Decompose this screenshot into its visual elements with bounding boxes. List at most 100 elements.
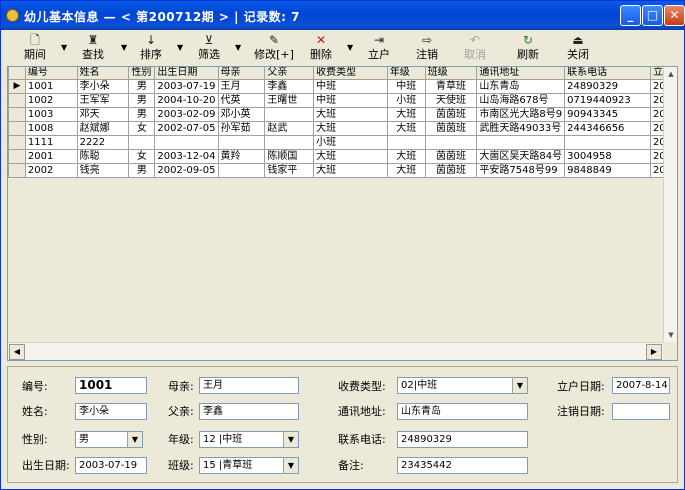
table-cell[interactable]: 赵武 xyxy=(264,120,315,136)
table-cell[interactable]: 赵斌娜 xyxy=(76,120,130,136)
column-header[interactable]: 班级 xyxy=(424,67,478,80)
column-header[interactable]: 出生日期 xyxy=(154,67,219,80)
table-cell[interactable]: 陈聪 xyxy=(76,148,130,164)
exit-button[interactable]: ⏏ 关闭 xyxy=(560,32,596,64)
edit-button[interactable]: ✎ 修改[+] xyxy=(249,32,299,64)
fee-type-select[interactable]: 02|中班 ▼ xyxy=(397,377,528,394)
minimize-button[interactable]: _ xyxy=(620,5,641,26)
table-cell[interactable]: 邓天 xyxy=(76,106,130,122)
table-cell[interactable]: 青草班 xyxy=(424,78,478,94)
note-field[interactable]: 23435442 xyxy=(397,457,528,474)
table-cell[interactable]: 市南区光大路8号9 xyxy=(476,106,566,122)
grade-select[interactable]: 12 |中班 ▼ xyxy=(199,431,299,448)
table-cell[interactable]: 小班 xyxy=(313,134,388,150)
gender-select[interactable]: 男 ▼ xyxy=(75,431,143,448)
column-header[interactable]: 母亲 xyxy=(217,67,266,80)
table-cell[interactable]: 9848849 xyxy=(564,162,651,178)
table-cell[interactable]: 中班 xyxy=(313,92,388,108)
table-cell[interactable]: 大班 xyxy=(313,162,388,178)
table-cell[interactable]: 3004958 xyxy=(564,148,651,164)
table-row[interactable]: 1003 邓天 男 2003-02-09 邓小英 大班 大班 茵茵班 市南区光大… xyxy=(8,106,677,122)
table-cell[interactable]: 山东青岛 xyxy=(476,78,566,94)
table-cell[interactable]: 244346656 xyxy=(564,120,651,136)
sort-button[interactable]: ↓ 排序 xyxy=(133,32,169,64)
table-row[interactable]: 1008 赵斌娜 女 2002-07-05 孙军茹 赵武 大班 大班 茵茵班 武… xyxy=(8,120,677,136)
table-row[interactable]: 2002 钱亮 男 2002-09-05 钱家平 大班 大班 茵茵班 平安路75… xyxy=(8,162,677,178)
table-cell[interactable]: 大崮区吴天路84号 xyxy=(476,148,566,164)
table-cell[interactable]: 茵茵班 xyxy=(424,162,478,178)
cancel-account-button[interactable]: ⇨ 注销 xyxy=(409,32,445,64)
table-cell[interactable]: 黄羚 xyxy=(217,148,266,164)
table-cell[interactable]: 2222 xyxy=(76,134,130,150)
table-cell[interactable]: 武胜天路49033号 xyxy=(476,120,566,136)
table-cell[interactable]: 茵茵班 xyxy=(424,148,478,164)
filter-dropdown-arrow[interactable]: ▼ xyxy=(235,43,241,52)
scroll-up-icon[interactable]: ▲ xyxy=(664,67,677,81)
table-cell[interactable]: 李小朵 xyxy=(76,78,130,94)
table-cell[interactable]: 男 xyxy=(128,92,156,108)
delete-dropdown-arrow[interactable]: ▼ xyxy=(347,43,353,52)
column-header[interactable]: 编号 xyxy=(24,67,78,80)
table-cell[interactable]: 陈顺国 xyxy=(264,148,315,164)
table-cell[interactable]: 平安路7548号99 xyxy=(476,162,566,178)
table-cell[interactable]: 1008 xyxy=(24,120,78,136)
column-header[interactable]: 姓名 xyxy=(76,67,130,80)
table-cell[interactable]: 24890329 xyxy=(564,78,651,94)
search-button[interactable]: ♜ 查找 xyxy=(75,32,111,64)
table-cell[interactable]: 钱亮 xyxy=(76,162,130,178)
table-cell[interactable]: 大班 xyxy=(313,120,388,136)
table-cell[interactable] xyxy=(217,162,266,178)
mother-field[interactable]: 王月 xyxy=(199,377,299,394)
table-cell[interactable]: 大班 xyxy=(386,162,426,178)
scroll-down-icon[interactable]: ▼ xyxy=(664,328,677,342)
table-cell[interactable]: 大班 xyxy=(386,148,426,164)
close-button[interactable]: ✕ xyxy=(664,5,685,26)
table-cell[interactable]: 山岛海路678号 xyxy=(476,92,566,108)
scroll-right-icon[interactable]: ▶ xyxy=(646,344,662,360)
table-cell[interactable]: 女 xyxy=(128,120,156,136)
table-cell[interactable]: 大班 xyxy=(313,106,388,122)
horizontal-scrollbar[interactable]: ◀ ▶ xyxy=(8,342,663,360)
table-row[interactable]: ▶ 1001 李小朵 男 2003-07-19 王月 李鑫 中班 中班 青草班 … xyxy=(8,78,677,94)
table-cell[interactable]: 2003-02-09 xyxy=(154,106,219,122)
table-cell[interactable]: 2003-12-04 xyxy=(154,148,219,164)
title-bar[interactable]: 幼儿基本信息 — < 第200712期 > | 记录数: 7 _ □ ✕ xyxy=(1,1,685,30)
chevron-down-icon[interactable]: ▼ xyxy=(512,378,527,393)
table-cell[interactable]: 小班 xyxy=(386,92,426,108)
table-cell[interactable]: 天使班 xyxy=(424,92,478,108)
table-cell[interactable]: 1001 xyxy=(24,78,78,94)
address-field[interactable]: 山东青岛 xyxy=(397,403,528,420)
table-cell[interactable]: 1111 xyxy=(24,134,78,150)
maximize-button[interactable]: □ xyxy=(642,5,663,26)
table-cell[interactable]: 邓小英 xyxy=(217,106,266,122)
table-cell[interactable]: 王月 xyxy=(217,78,266,94)
scroll-left-icon[interactable]: ◀ xyxy=(9,344,25,360)
table-row[interactable]: 1111 2222 小班 200 xyxy=(8,134,677,150)
open-date-field[interactable]: 2007-8-14 xyxy=(612,377,670,394)
table-cell[interactable]: 大班 xyxy=(313,148,388,164)
table-cell[interactable]: 中班 xyxy=(313,78,388,94)
refresh-button[interactable]: ↻ 刷新 xyxy=(510,32,546,64)
table-cell[interactable]: 2003-07-19 xyxy=(154,78,219,94)
filter-button[interactable]: ⊻ 筛选 xyxy=(191,32,227,64)
period-button[interactable]: 🗋 期间 xyxy=(17,32,53,64)
delete-button[interactable]: ✕ 删除 xyxy=(303,32,339,64)
table-cell[interactable]: 2001 xyxy=(24,148,78,164)
column-header[interactable]: 通讯地址 xyxy=(476,67,566,80)
table-cell[interactable]: 1003 xyxy=(24,106,78,122)
period-dropdown-arrow[interactable]: ▼ xyxy=(61,43,67,52)
table-cell[interactable] xyxy=(264,134,315,150)
birth-date-field[interactable]: 2003-07-19 xyxy=(75,457,147,474)
table-cell[interactable] xyxy=(264,106,315,122)
father-field[interactable]: 李鑫 xyxy=(199,403,299,420)
table-cell[interactable]: 孙军茹 xyxy=(217,120,266,136)
table-cell[interactable]: 2002 xyxy=(24,162,78,178)
open-account-button[interactable]: ⇥ 立户 xyxy=(361,32,397,64)
table-cell[interactable]: 钱家平 xyxy=(264,162,315,178)
table-cell[interactable]: 2002-07-05 xyxy=(154,120,219,136)
table-cell[interactable]: 90943345 xyxy=(564,106,651,122)
chevron-down-icon[interactable]: ▼ xyxy=(283,458,298,473)
name-field[interactable]: 李小朵 xyxy=(75,403,147,420)
chevron-down-icon[interactable]: ▼ xyxy=(127,432,142,447)
table-cell[interactable]: 男 xyxy=(128,78,156,94)
